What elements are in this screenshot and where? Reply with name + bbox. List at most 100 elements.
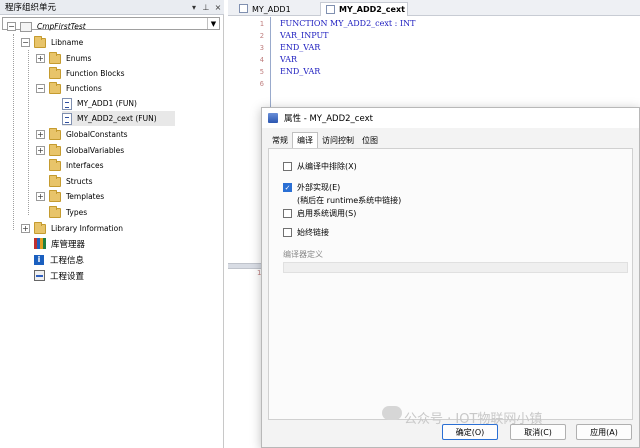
line-number: 4 (259, 56, 264, 64)
collapse-icon[interactable]: − (7, 22, 16, 31)
folder-icon (49, 205, 61, 218)
pou-panel-title: 程序组织单元 (5, 3, 57, 13)
dialog-title: 属性 - MY_ADD2_cext (284, 114, 373, 124)
tree-item-function-blocks[interactable]: Function Blocks (36, 66, 124, 81)
option-label: 外部实现(E) (297, 183, 341, 192)
tree-item-interfaces[interactable]: Interfaces (36, 158, 104, 173)
folder-icon (34, 35, 46, 48)
tree-item-label: Interfaces (66, 161, 104, 170)
expand-icon[interactable]: + (36, 130, 45, 139)
tab-general[interactable]: 常规 (268, 132, 292, 148)
expand-icon[interactable]: + (36, 192, 45, 201)
exclude-from-build-option[interactable]: 从编译中排除(X) (283, 161, 357, 172)
code-line[interactable]: END_VAR (280, 43, 320, 52)
exclude-checkbox[interactable] (283, 162, 292, 171)
apply-button[interactable]: 应用(A) (576, 424, 632, 440)
tree-item-libname[interactable]: − Libname (21, 35, 83, 50)
tab-my-add1[interactable]: MY_ADD1 (234, 2, 316, 16)
system-call-option[interactable]: 启用系统调用(S) (283, 208, 356, 219)
function-icon (62, 112, 72, 125)
wechat-logo-icon (382, 406, 402, 420)
tree-item-project[interactable]: − CmpFirstTest (7, 19, 86, 34)
tab-bitmap[interactable]: 位图 (358, 132, 382, 148)
tree-item-structs[interactable]: Structs (36, 174, 93, 189)
tab-label: MY_ADD2_cext (339, 5, 405, 14)
dropdown-icon[interactable]: ▾ (188, 1, 200, 14)
collapse-icon[interactable]: − (21, 38, 30, 47)
pou-panel: 程序组织单元 ▾ ⊥ × ▼ − CmpFirstTest − Libname … (0, 0, 224, 448)
tree-item-project-info[interactable]: i 工程信息 (34, 252, 84, 267)
tree-item-templates[interactable]: + Templates (36, 189, 104, 204)
code-line[interactable]: VAR (280, 55, 297, 64)
tree-item-label: GlobalVariables (66, 146, 125, 155)
watermark: 公众号 · IOT物联网小镇 (404, 412, 543, 427)
tree-item-label: Enums (66, 54, 92, 63)
tree-item-label: MY_ADD2_cext (FUN) (77, 114, 157, 123)
pou-panel-header: 程序组织单元 ▾ ⊥ × (0, 0, 224, 15)
tree-item-label: 库管理器 (51, 239, 86, 250)
folder-icon (49, 158, 61, 171)
tab-close-icon[interactable]: x (396, 5, 401, 14)
tree-item-global-variables[interactable]: + GlobalVariables (36, 143, 124, 158)
expand-icon[interactable]: + (36, 146, 45, 155)
tree-item-label: 工程信息 (50, 255, 85, 266)
dialog-tabs: 常规 编译 访问控制 位图 (268, 132, 382, 148)
tree-item-library-manager[interactable]: 库管理器 (34, 236, 85, 251)
option-label: 始终链接 (297, 228, 329, 237)
tree-item-project-settings[interactable]: 工程设置 (34, 268, 84, 283)
settings-icon (34, 270, 45, 281)
properties-dialog: 属性 - MY_ADD2_cext 常规 编译 访问控制 位图 从编译中排除(X… (261, 107, 640, 448)
folder-icon (49, 189, 61, 202)
tree-item-label: 工程设置 (50, 271, 85, 282)
tree-item-label: Library Information (51, 224, 124, 233)
tree-item-label: MY_ADD1 (FUN) (77, 99, 137, 108)
code-line[interactable]: FUNCTION MY_ADD2_cext : INT (280, 19, 415, 28)
code-line[interactable]: END_VAR (280, 67, 320, 76)
tree-item-my-add2-cext[interactable]: MY_ADD2_cext (FUN) (62, 111, 175, 126)
line-number: 6 (259, 80, 264, 88)
function-icon (62, 97, 72, 110)
tree-item-global-constants[interactable]: + GlobalConstants (36, 127, 128, 142)
tree-item-functions[interactable]: − Functions (36, 81, 102, 96)
always-link-option[interactable]: 始终链接 (283, 227, 329, 238)
close-icon[interactable]: × (212, 1, 224, 14)
build-settings-panel: 从编译中排除(X) ✓ 外部实现(E) (稍后在 runtime系统中链接) 启… (268, 148, 633, 420)
tree-item-my-add1[interactable]: MY_ADD1 (FUN) (62, 96, 137, 111)
tree-item-label: Functions (66, 84, 102, 93)
tree-item-label: GlobalConstants (66, 130, 128, 139)
folder-icon (49, 51, 61, 64)
tab-build[interactable]: 编译 (292, 132, 318, 148)
folder-icon (49, 174, 61, 187)
tree-item-library-information[interactable]: + Library Information (21, 221, 123, 236)
tree-item-enums[interactable]: + Enums (36, 51, 91, 66)
tab-access-control[interactable]: 访问控制 (318, 132, 358, 148)
tree-item-types[interactable]: Types (36, 205, 87, 220)
tab-my-add2-cext[interactable]: MY_ADD2_cext x (320, 2, 408, 16)
folder-icon (49, 66, 61, 79)
pin-icon[interactable]: ⊥ (200, 1, 212, 14)
collapse-icon[interactable]: − (36, 84, 45, 93)
always-link-checkbox[interactable] (283, 228, 292, 237)
line-number: 3 (259, 44, 264, 52)
project-icon (20, 21, 32, 32)
project-label: CmpFirstTest (37, 22, 86, 31)
tree-item-label: Types (66, 208, 88, 217)
tab-label: MY_ADD1 (252, 4, 291, 14)
chevron-down-icon[interactable]: ▼ (207, 18, 219, 29)
system-call-checkbox[interactable] (283, 209, 292, 218)
expand-icon[interactable]: + (36, 54, 45, 63)
option-label: 从编译中排除(X) (297, 162, 357, 171)
option-note: (稍后在 runtime系统中链接) (297, 196, 402, 205)
line-number: 1 (259, 20, 264, 28)
option-label: 启用系统调用(S) (297, 209, 357, 218)
external-checkbox[interactable]: ✓ (283, 183, 292, 192)
tree-item-label: Templates (66, 192, 105, 201)
properties-icon (268, 113, 278, 123)
dialog-titlebar[interactable]: 属性 - MY_ADD2_cext (262, 108, 639, 128)
tree-guide-line (28, 50, 29, 215)
expand-icon[interactable]: + (21, 224, 30, 233)
external-implementation-option[interactable]: ✓ 外部实现(E) (稍后在 runtime系统中链接) (283, 182, 401, 206)
compiler-defines-input[interactable] (283, 262, 628, 273)
function-icon (326, 5, 335, 14)
code-line[interactable]: VAR_INPUT (280, 31, 329, 40)
